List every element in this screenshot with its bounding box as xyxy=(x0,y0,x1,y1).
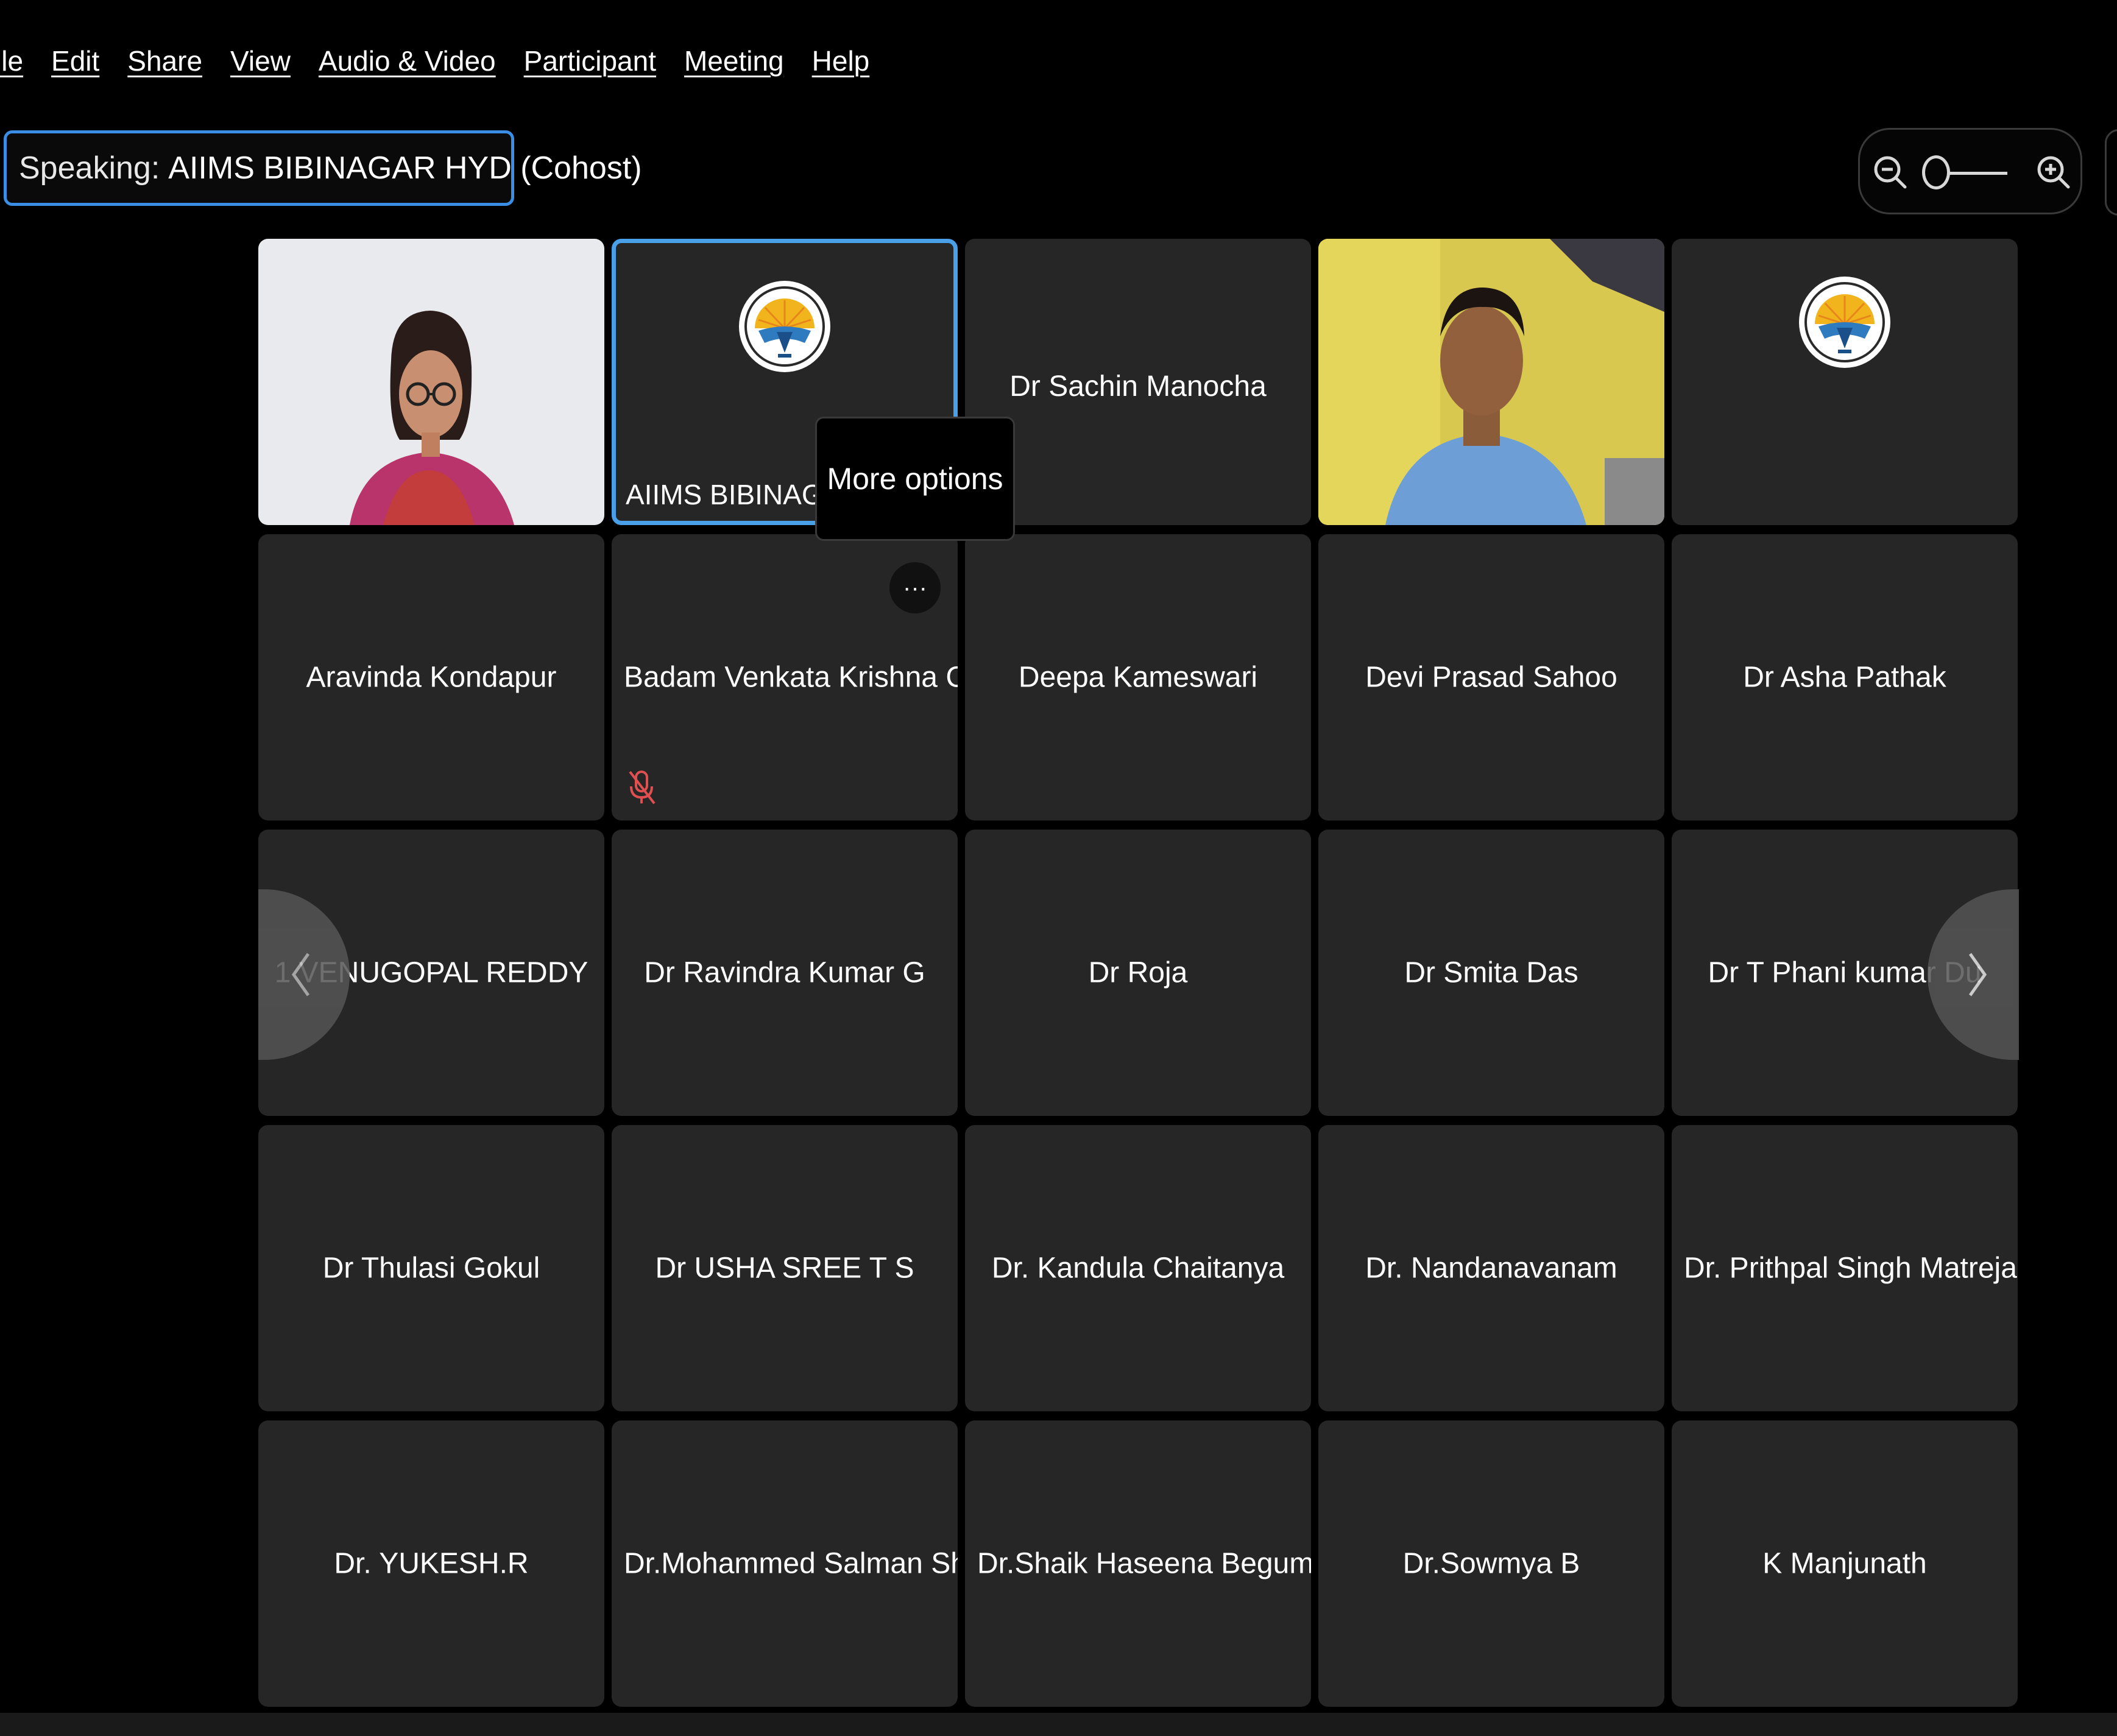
participant-tile[interactable]: Dr Roja xyxy=(965,830,1311,1116)
participant-tile[interactable]: Dr.Mohammed Salman Sha... xyxy=(612,1420,958,1707)
chevron-right-icon xyxy=(1968,953,1987,997)
participant-name: Dr. Prithpal Singh Matreja xyxy=(1684,1252,2017,1285)
participant-name: Dr.Sowmya B xyxy=(1402,1547,1580,1580)
participant-tile[interactable]: Dr Asha Pathak xyxy=(1672,534,2018,820)
participant-name: Aravinda Kondapur xyxy=(306,661,557,694)
bottom-bar xyxy=(0,1713,2117,1736)
participant-tile[interactable] xyxy=(1318,239,1664,525)
partial-control-button[interactable] xyxy=(2105,129,2117,216)
participant-name: Badam Venkata Krishna Chai... xyxy=(624,661,958,694)
participant-name: Dr Thulasi Gokul xyxy=(322,1252,540,1285)
participant-tile[interactable]: Dr. YUKESH.R xyxy=(258,1420,604,1707)
participant-name: Dr Asha Pathak xyxy=(1743,661,1946,694)
participant-tile[interactable]: K Manjunath xyxy=(1672,1420,2018,1707)
menu-participant[interactable]: Participant xyxy=(524,44,656,77)
aiims-logo-icon xyxy=(1799,277,1890,368)
participant-video xyxy=(1318,239,1664,525)
zoom-slider-thumb[interactable] xyxy=(1922,155,1950,189)
participant-tile[interactable]: Dr.Sowmya B xyxy=(1318,1420,1664,1707)
participant-name: Dr USHA SREE T S xyxy=(655,1252,914,1285)
more-options-button[interactable]: ··· xyxy=(889,562,941,613)
speaking-prefix: Speaking: xyxy=(19,150,160,186)
menu-edit[interactable]: Edit xyxy=(51,44,99,77)
participant-video xyxy=(258,239,604,525)
aiims-logo-icon xyxy=(739,281,830,372)
participant-tile[interactable]: Dr Sachin Manocha xyxy=(965,239,1311,525)
menu-file[interactable]: ile xyxy=(0,44,23,77)
participant-name: Dr Ravindra Kumar G xyxy=(644,956,925,989)
video-zoom-control xyxy=(1858,128,2082,214)
menu-audio-video[interactable]: Audio & Video xyxy=(319,44,496,77)
participant-tile[interactable]: Dr. Prithpal Singh Matreja xyxy=(1672,1125,2018,1411)
participant-name: Dr Smita Das xyxy=(1404,956,1578,989)
participant-name: Dr.Mohammed Salman Sha... xyxy=(624,1547,958,1580)
participant-tile[interactable]: Dr USHA SREE T S xyxy=(612,1125,958,1411)
participant-name: Deepa Kameswari xyxy=(1018,661,1258,694)
participant-tile[interactable]: Dr Ravindra Kumar G xyxy=(612,830,958,1116)
participant-name: Devi Prasad Sahoo xyxy=(1365,661,1617,694)
more-options-tooltip: More options xyxy=(815,417,1015,541)
participant-tile[interactable]: Dr. Nandanavanam xyxy=(1318,1125,1664,1411)
participant-tile[interactable]: Deepa Kameswari xyxy=(965,534,1311,820)
participant-name: Dr. YUKESH.R xyxy=(334,1547,529,1580)
participant-tile[interactable]: Dr Thulasi Gokul xyxy=(258,1125,604,1411)
speaking-indicator[interactable]: Speaking: AIIMS BIBINAGAR HYD (Cohost) xyxy=(4,130,642,206)
menu-view[interactable]: View xyxy=(230,44,291,77)
participant-tile[interactable]: Aravinda Kondapur xyxy=(258,534,604,820)
chevron-left-icon xyxy=(291,953,310,997)
participant-grid: AIIMS BIBINAGAR I Dr Sachin Manocha Aravin… xyxy=(258,239,2019,1708)
participant-tile[interactable] xyxy=(258,239,604,525)
participant-name: K Manjunath xyxy=(1762,1547,1927,1580)
participant-tile[interactable]: Devi Prasad Sahoo xyxy=(1318,534,1664,820)
menu-help[interactable]: Help xyxy=(812,44,870,77)
participant-tile[interactable] xyxy=(1672,239,2018,525)
participant-name: Dr.Shaik Haseena Begum xyxy=(977,1547,1311,1580)
zoom-in-icon[interactable] xyxy=(2034,153,2072,191)
participant-tile[interactable]: Badam Venkata Krishna Chai... ··· xyxy=(612,534,958,820)
speaking-name: AIIMS BIBINAGAR HYD (Cohost) xyxy=(168,150,642,186)
participant-tile[interactable]: Dr. Kandula Chaitanya xyxy=(965,1125,1311,1411)
zoom-out-icon[interactable] xyxy=(1871,153,1909,191)
menu-share[interactable]: Share xyxy=(127,44,202,77)
participant-tile[interactable]: Dr.Shaik Haseena Begum xyxy=(965,1420,1311,1707)
menu-meeting[interactable]: Meeting xyxy=(684,44,784,77)
microphone-muted-icon xyxy=(629,771,656,805)
menu-bar: ile Edit Share View Audio & Video Partic… xyxy=(0,37,897,85)
participant-name: Dr Roja xyxy=(1088,956,1188,989)
participant-name: Dr. Kandula Chaitanya xyxy=(991,1252,1285,1285)
participant-tile[interactable]: Dr Smita Das xyxy=(1318,830,1664,1116)
participant-name: Dr. Nandanavanam xyxy=(1365,1252,1617,1285)
participant-name: Dr Sachin Manocha xyxy=(1009,370,1267,403)
